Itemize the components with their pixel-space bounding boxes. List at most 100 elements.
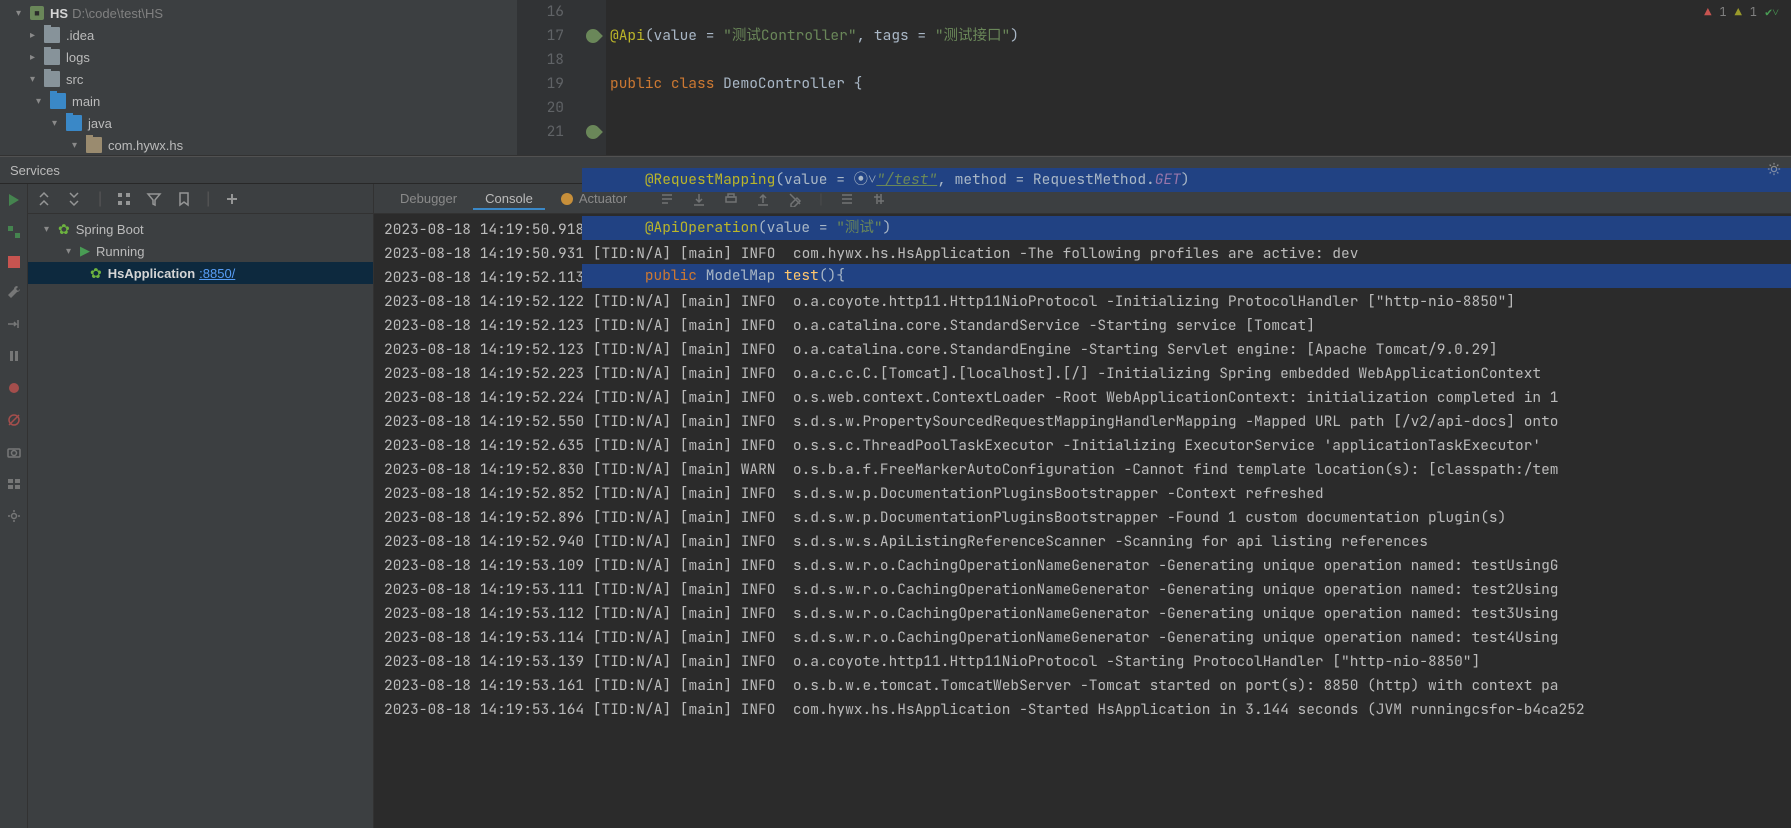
source-folder-icon [66,115,82,131]
services-title: Services [10,163,60,178]
chevron-down-icon: ▾ [52,118,62,129]
console-line: 2023-08-18 14:19:53.139 [TID:N/A] [main]… [384,650,1781,674]
project-icon: ■ [30,6,44,20]
tree-node-com-hywx-hs[interactable]: ▾ com.hywx.hs [0,134,517,155]
actuator-icon [561,193,573,205]
tab-console[interactable]: Console [473,187,545,210]
mute-breakpoints-icon[interactable] [6,412,22,428]
filter-icon[interactable] [146,191,162,207]
tree-label: src [66,72,83,87]
gutter-line-numbers: 16 17 18 19 20 21 [517,0,582,155]
bookmark-icon[interactable] [176,191,192,207]
tree-node--idea[interactable]: ▸ .idea [0,24,517,46]
pause-icon[interactable] [6,348,22,364]
tree-label: com.hywx.hs [108,138,183,153]
wrench-icon[interactable] [6,284,22,300]
code-editor[interactable]: 16 17 18 19 20 21 @Api(value = "测试Contro… [517,0,1791,155]
project-tree[interactable]: ▾ ■ HS D:\code\test\HS ▸ .idea ▸ logs ▾ src ▾ m… [0,0,517,155]
chevron-down-icon: ▾ [36,96,46,107]
soft-wrap-icon[interactable] [659,191,675,207]
spring-leaf-icon [583,122,603,142]
service-node-hsapplication[interactable]: ✿ HsApplication :8850/ [28,262,373,284]
gutter-icons [582,0,606,155]
project-path: D:\code\test\HS [72,6,163,21]
grid-icon[interactable] [116,191,132,207]
diff-icon[interactable] [871,191,887,207]
list-icon[interactable] [839,191,855,207]
folder-icon [44,49,60,65]
console-line: 2023-08-18 14:19:52.896 [TID:N/A] [main]… [384,506,1781,530]
inspection-badges[interactable]: ▲1 ▲1 ✔˅ [1704,4,1779,20]
folder-icon [44,71,60,87]
chevron-down-icon: ▾ [16,8,26,19]
breakpoint-icon[interactable] [6,380,22,396]
chevron-down-icon: ▾ [72,140,82,151]
services-gutter-actions [0,184,28,828]
console-line: 2023-08-18 14:19:53.111 [TID:N/A] [main]… [384,578,1781,602]
console-line: 2023-08-18 14:19:52.223 [TID:N/A] [main]… [384,362,1781,386]
tree-node-main[interactable]: ▾ main [0,90,517,112]
package-icon [86,137,102,153]
run-tests-icon[interactable] [6,224,22,240]
chevron-right-icon: ▸ [30,30,40,41]
project-name: HS [50,6,68,21]
service-port-link[interactable]: :8850/ [199,266,235,281]
warning-badge-icon: ▲ [1735,4,1742,20]
tree-label: java [88,116,112,131]
console-line: 2023-08-18 14:19:53.112 [TID:N/A] [main]… [384,602,1781,626]
folder-icon [44,27,60,43]
tree-label: .idea [66,28,94,43]
scroll-to-end-icon[interactable] [691,191,707,207]
tab-debugger[interactable]: Debugger [388,187,469,210]
console-line: 2023-08-18 14:19:52.550 [TID:N/A] [main]… [384,410,1781,434]
project-root-node[interactable]: ▾ ■ HS D:\code\test\HS [0,2,517,24]
running-icon: ▶ [80,243,90,259]
chevron-right-icon: ▸ [30,52,40,63]
rerun-icon[interactable] [6,192,22,208]
tree-node-java[interactable]: ▾ java [0,112,517,134]
upload-icon[interactable] [755,191,771,207]
service-label: Spring Boot [76,222,144,237]
console-line: 2023-08-18 14:19:53.109 [TID:N/A] [main]… [384,554,1781,578]
console-line: 2023-08-18 14:19:52.940 [TID:N/A] [main]… [384,530,1781,554]
console-line: 2023-08-18 14:19:53.161 [TID:N/A] [main]… [384,674,1781,698]
services-toolbar: | | [28,184,373,214]
service-label: Running [96,244,144,259]
tree-label: logs [66,50,90,65]
spring-leaf-icon [583,26,603,46]
stop-icon[interactable] [8,256,20,268]
tree-node-logs[interactable]: ▸ logs [0,46,517,68]
clear-icon[interactable] [787,191,803,207]
expand-all-icon[interactable] [38,191,54,207]
editor-area: ▾ ■ HS D:\code\test\HS ▸ .idea ▸ logs ▾ src ▾ m… [0,0,1791,156]
console-line: 2023-08-18 14:19:53.114 [TID:N/A] [main]… [384,626,1781,650]
console-line: 2023-08-18 14:19:52.123 [TID:N/A] [main]… [384,338,1781,362]
services-tree[interactable]: ▾✿Spring Boot▾▶Running✿HsApplication:885… [28,214,373,828]
tree-label: main [72,94,100,109]
services-tree-panel: | | ▾✿Spring Boot▾▶Running✿HsApplication… [28,184,374,828]
check-icon: ✔˅ [1765,4,1779,20]
console-line: 2023-08-18 14:19:52.635 [TID:N/A] [main]… [384,434,1781,458]
console-actions: | [659,191,886,207]
camera-icon[interactable] [6,444,22,460]
service-node-running[interactable]: ▾ ▶ Running [28,240,373,262]
layout-icon[interactable] [6,476,22,492]
source-folder-icon [50,93,66,109]
service-node-spring-boot[interactable]: ▾ ✿ Spring Boot [28,218,373,240]
console-line: 2023-08-18 14:19:53.164 [TID:N/A] [main]… [384,698,1781,722]
chevron-down-icon: ▾ [44,224,54,235]
tree-node-src[interactable]: ▾ src [0,68,517,90]
console-line: 2023-08-18 14:19:52.830 [TID:N/A] [main]… [384,458,1781,482]
spring-boot-icon: ✿ [90,265,102,282]
step-over-icon[interactable] [6,316,22,332]
console-line: 2023-08-18 14:19:52.852 [TID:N/A] [main]… [384,482,1781,506]
print-icon[interactable] [723,191,739,207]
add-icon[interactable] [224,191,240,207]
collapse-all-icon[interactable] [68,191,84,207]
spring-boot-icon: ✿ [58,221,70,238]
chevron-down-icon: ▾ [30,74,40,85]
service-label: HsApplication [108,266,195,281]
chevron-down-icon: ▾ [66,246,76,257]
code-lines[interactable]: @Api(value = "测试Controller", tags = "测试接… [606,0,1791,155]
settings-icon[interactable] [6,508,22,524]
